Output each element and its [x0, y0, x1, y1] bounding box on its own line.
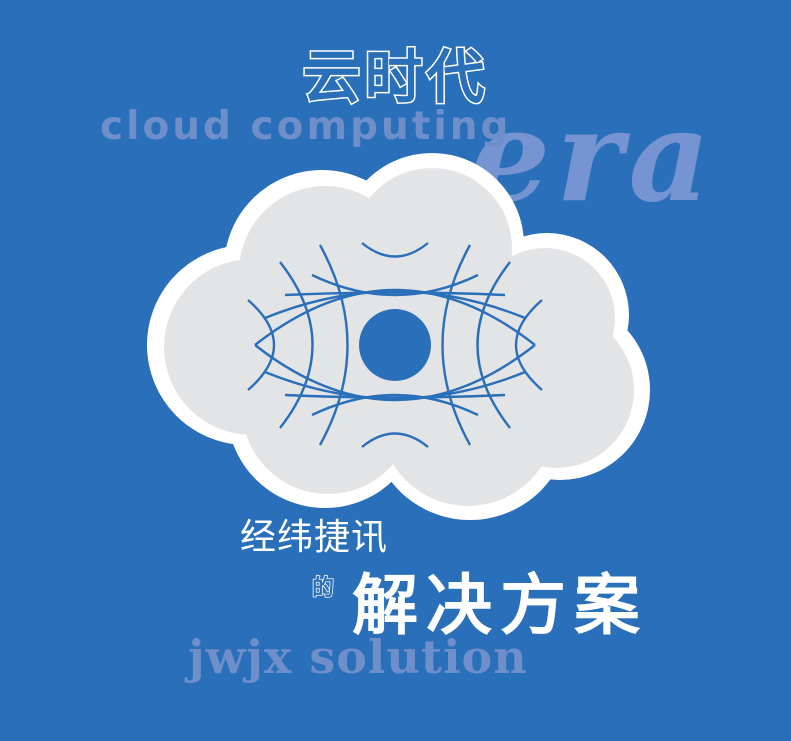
eye-pupil — [359, 309, 431, 381]
particle-de: 的 — [311, 575, 335, 602]
solution-english: jwjx solution — [188, 630, 528, 684]
poster: era 云时代 cloud computing 经纬捷讯 的 解决方案 jwjx… — [0, 0, 791, 741]
